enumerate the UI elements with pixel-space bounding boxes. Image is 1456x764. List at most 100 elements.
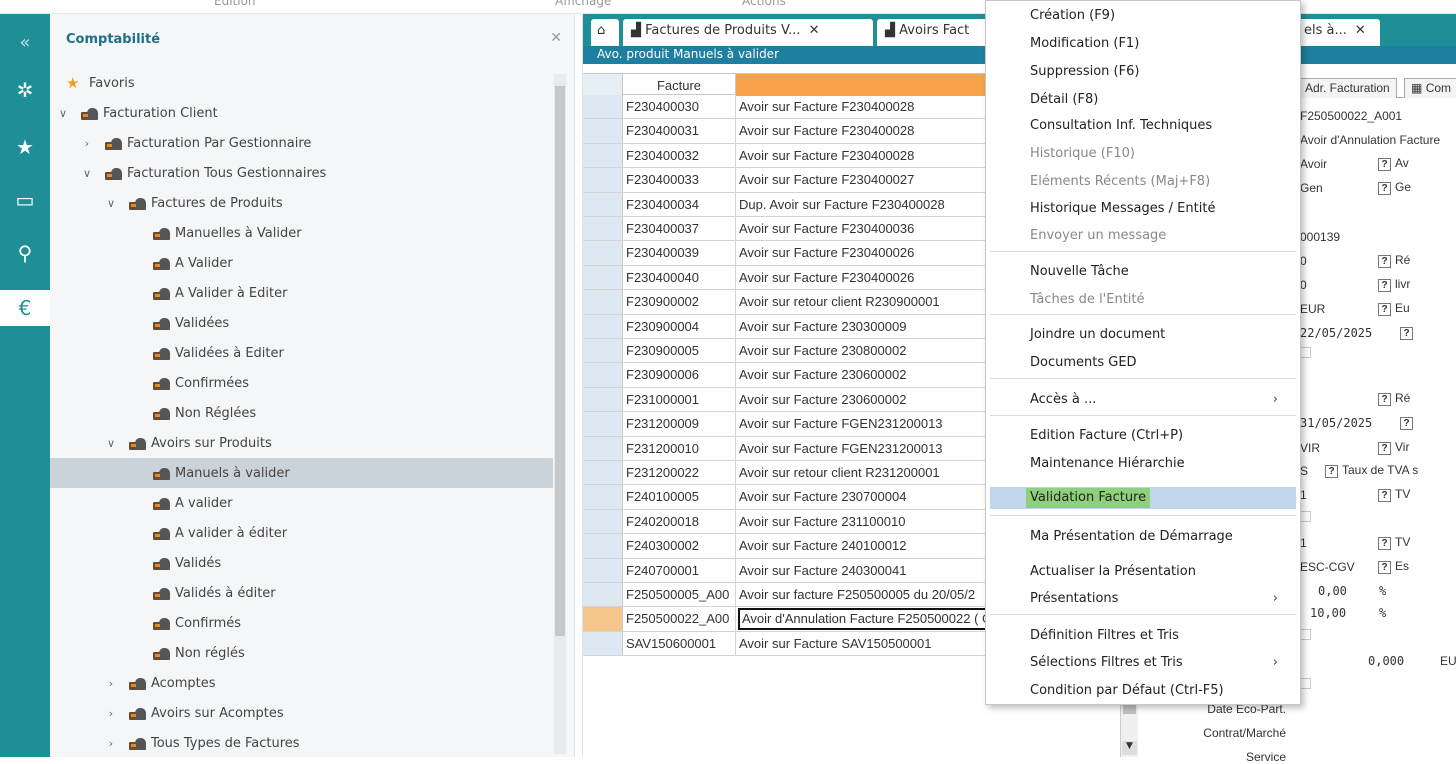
help-icon[interactable]: ? <box>1378 561 1391 574</box>
tab-factures-produits[interactable]: ▟ Factures de Produits V... ✕ <box>623 19 873 46</box>
menu-item[interactable]: Détail (F8) <box>990 89 1296 111</box>
cell-facture[interactable]: F250500022_A00 <box>626 611 736 626</box>
cell-facture[interactable]: F231000001 <box>626 392 736 407</box>
chevron-down-icon[interactable]: ∨ <box>56 107 70 120</box>
re2-help[interactable]: ? Ré <box>1378 391 1410 406</box>
tva1-help[interactable]: ? TV <box>1378 487 1410 502</box>
menu-item[interactable]: Nouvelle Tâche <box>990 261 1296 283</box>
menu-item[interactable]: Accès à ... › <box>990 389 1296 411</box>
tab-com[interactable]: ▦ Com <box>1404 78 1456 98</box>
row-selector[interactable] <box>583 509 623 534</box>
tree-item[interactable]: A Valider à Editer <box>50 278 553 308</box>
row-selector[interactable] <box>583 217 623 241</box>
help-icon[interactable]: ? <box>1378 537 1391 550</box>
tree-item[interactable]: ∨ Avoirs sur Produits <box>50 428 553 458</box>
tree-item[interactable]: ∨ Facturation Client <box>50 98 553 128</box>
menu-affichage[interactable]: Affichage <box>555 0 611 8</box>
tva-help[interactable]: ? Taux de TVA s <box>1325 463 1418 478</box>
help-0a[interactable]: ? Ré <box>1378 253 1410 268</box>
menu-item[interactable]: Sélections Filtres et Tris › <box>990 652 1296 674</box>
menu-item[interactable]: Eléments Récents (Maj+F8) <box>990 171 1296 193</box>
help-0b[interactable]: ? livr <box>1378 277 1410 292</box>
cell-facture[interactable]: F230400032 <box>626 148 736 163</box>
cell-facture[interactable]: F230400037 <box>626 221 736 236</box>
cell-facture[interactable]: F230900002 <box>626 294 736 309</box>
cell-facture[interactable]: F231200022 <box>626 465 736 480</box>
invoice-icon[interactable]: € <box>0 290 50 326</box>
tab-active[interactable]: els à... ✕ <box>1296 19 1380 46</box>
nav-scroll-thumb[interactable] <box>555 86 565 636</box>
cell-facture[interactable]: F231200010 <box>626 441 736 456</box>
tree-item[interactable]: ∨ Factures de Produits <box>50 188 553 218</box>
tree-item[interactable]: Non Réglées <box>50 398 553 428</box>
menu-item[interactable]: Création (F9) <box>990 5 1296 27</box>
tab-adr-facturation[interactable]: Adr. Facturation <box>1298 78 1397 98</box>
menu-item[interactable]: Ma Présentation de Démarrage <box>990 526 1296 548</box>
row-selector[interactable] <box>583 192 623 216</box>
help-icon[interactable]: ? <box>1378 182 1391 195</box>
cell-facture[interactable]: F240200018 <box>626 514 736 529</box>
menu-item[interactable]: Joindre un document <box>990 324 1296 346</box>
menu-item[interactable]: Modification (F1) <box>990 33 1296 55</box>
row-selector[interactable] <box>583 387 623 412</box>
menu-item[interactable]: Documents GED <box>990 352 1296 374</box>
menu-item[interactable]: Définition Filtres et Tris <box>990 625 1296 647</box>
menu-actions[interactable]: Actions <box>742 0 786 8</box>
cell-facture[interactable]: F230400039 <box>626 245 736 260</box>
type-help[interactable]: ? Av <box>1378 156 1409 171</box>
cell-facture[interactable]: F230900006 <box>626 367 736 382</box>
close-icon[interactable]: ✕ <box>1355 23 1366 38</box>
help-icon[interactable]: ? <box>1378 303 1391 316</box>
col-header-facture[interactable]: Facture <box>623 74 736 96</box>
cell-facture[interactable]: F240300002 <box>626 538 736 553</box>
nav-scrollbar[interactable] <box>554 74 566 754</box>
select-all-cell[interactable] <box>583 74 623 96</box>
tree-item[interactable]: Manuelles à Valider <box>50 218 553 248</box>
row-selector[interactable] <box>583 95 623 119</box>
checkbox-2[interactable] <box>1300 511 1311 522</box>
checkbox-4[interactable] <box>1300 678 1311 689</box>
tab-avoirs-fact[interactable]: ▟ Avoirs Fact <box>877 19 997 46</box>
chevron-down-icon[interactable]: ∨ <box>80 167 94 180</box>
date2-help[interactable]: ? <box>1400 415 1417 430</box>
row-selector[interactable] <box>583 241 623 265</box>
help-icon[interactable]: ? <box>1400 417 1413 430</box>
menu-item[interactable]: Consultation Inf. Techniques <box>990 115 1296 137</box>
tree-item[interactable]: A valider à éditer <box>50 518 553 548</box>
tree-item[interactable]: Confirmés <box>50 608 553 638</box>
help-icon[interactable]: ? <box>1325 465 1338 478</box>
cell-facture[interactable]: F230900005 <box>626 343 736 358</box>
tree-item[interactable]: Manuels à valider <box>50 458 553 488</box>
row-selector[interactable] <box>583 607 623 631</box>
menu-item[interactable]: Edition Facture (Ctrl+P) <box>990 425 1296 447</box>
help-icon[interactable]: ? <box>1378 442 1391 455</box>
row-selector[interactable] <box>583 583 623 607</box>
cell-facture[interactable]: F250500005_A00 <box>626 587 736 602</box>
help-icon[interactable]: ? <box>1378 393 1391 406</box>
row-selector[interactable] <box>583 265 623 290</box>
row-selector[interactable] <box>583 339 623 363</box>
cell-facture[interactable]: F230400040 <box>626 270 736 285</box>
help-icon[interactable]: ? <box>1400 327 1413 340</box>
row-selector[interactable] <box>583 534 623 558</box>
tree-item[interactable]: Validées <box>50 308 553 338</box>
chevron-down-icon[interactable]: ∨ <box>104 197 118 210</box>
gen-help[interactable]: ? Ge <box>1378 180 1411 195</box>
row-selector[interactable] <box>583 143 623 168</box>
chevron-right-icon[interactable]: › <box>80 137 94 150</box>
tree-item[interactable]: A Valider <box>50 248 553 278</box>
cell-facture[interactable]: F240100005 <box>626 489 736 504</box>
tree-item[interactable]: Validés <box>50 548 553 578</box>
cell-facture[interactable]: F230900004 <box>626 319 736 334</box>
tree-item[interactable]: A valider <box>50 488 553 518</box>
cell-facture[interactable]: SAV150600001 <box>626 636 736 651</box>
menu-edition[interactable]: Edition <box>214 0 256 8</box>
chevron-right-icon[interactable]: › <box>104 677 118 690</box>
tree-item[interactable]: › Acomptes <box>50 668 553 698</box>
menu-item[interactable]: Historique Messages / Entité <box>990 198 1296 220</box>
row-selector[interactable] <box>583 461 623 485</box>
checkbox-1[interactable] <box>1300 347 1311 358</box>
menu-item[interactable]: Envoyer un message <box>990 225 1296 247</box>
menu-item[interactable]: Validation Facture <box>990 487 1296 509</box>
cell-facture[interactable]: F230400033 <box>626 172 736 187</box>
